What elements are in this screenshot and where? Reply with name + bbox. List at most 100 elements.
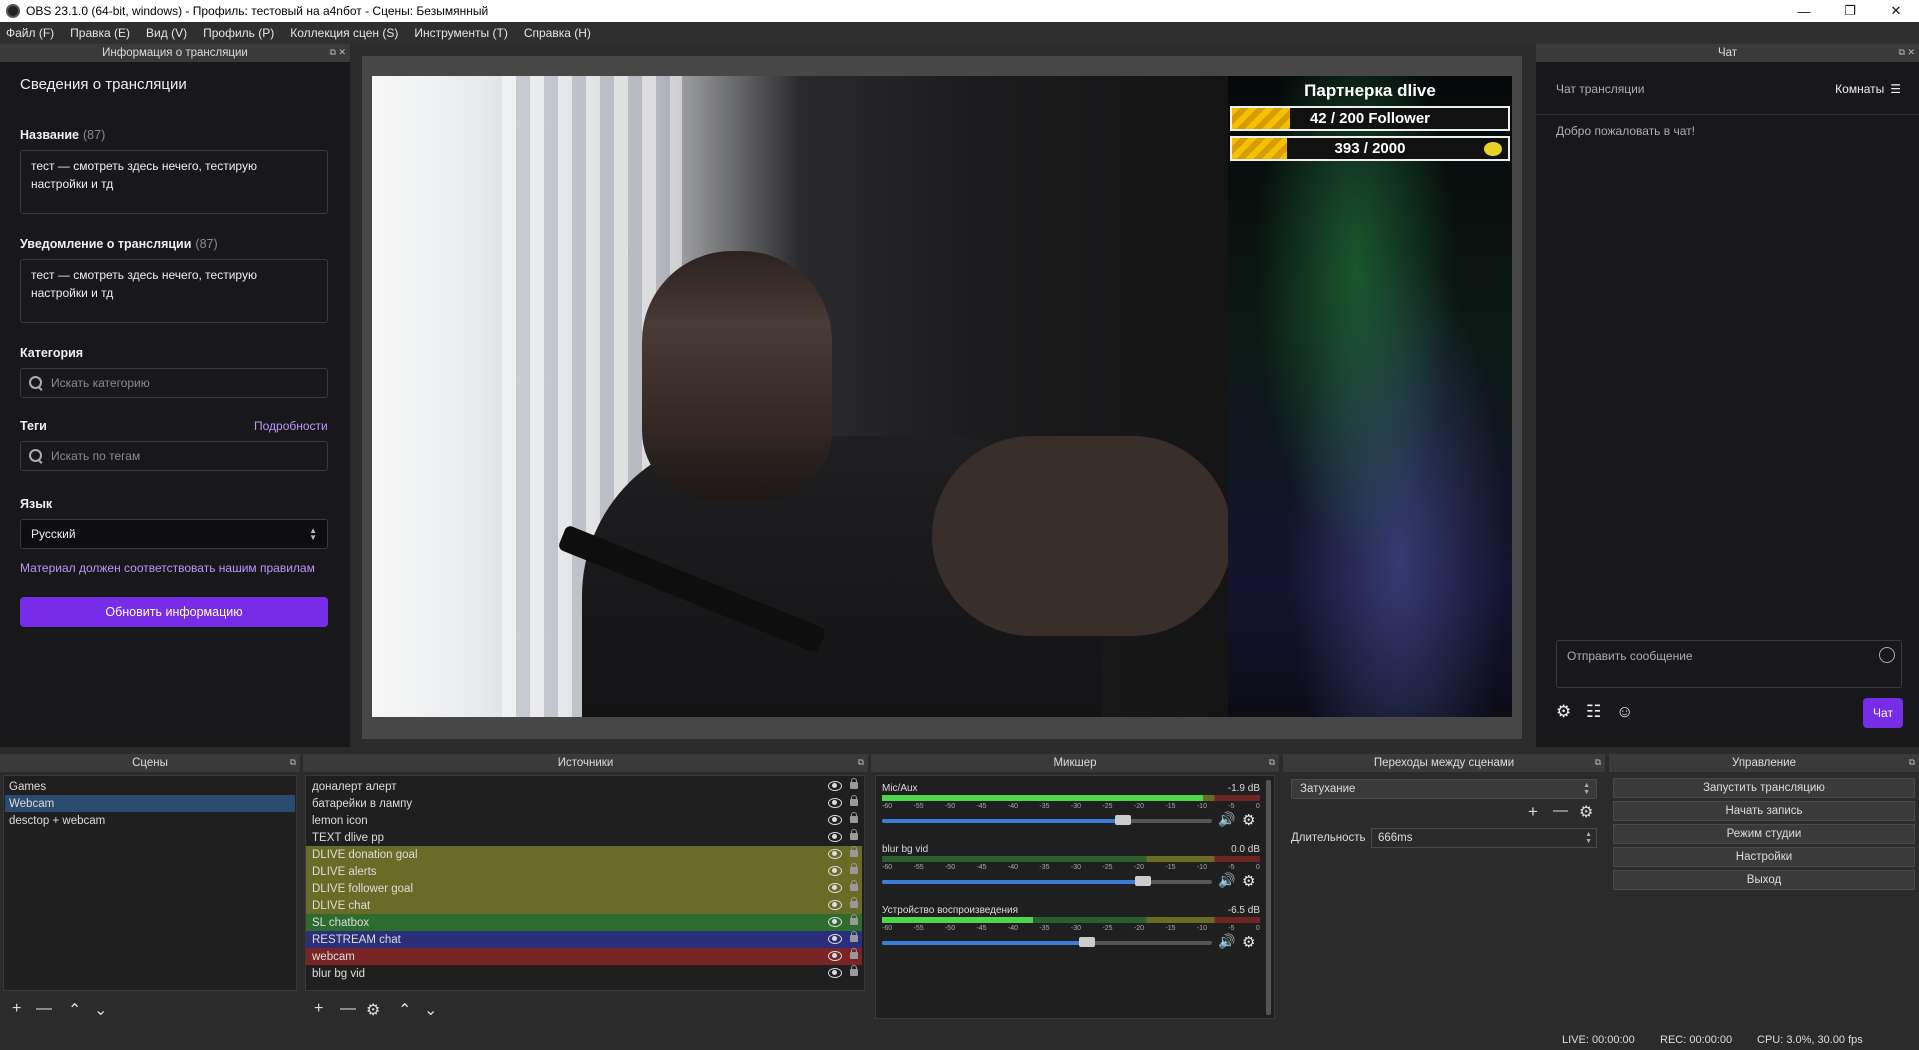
chat-message-input[interactable]: Отправить сообщение [1556,640,1902,688]
dock-float-icon[interactable]: ⧉ [1909,757,1915,768]
scene-item[interactable]: Games [5,778,295,795]
visibility-eye-icon[interactable] [828,832,842,842]
source-item[interactable]: DLIVE donation goal [306,846,862,863]
source-item[interactable]: DLIVE alerts [306,863,862,880]
visibility-eye-icon[interactable] [828,849,842,859]
remove-source-icon[interactable]: — [340,1000,356,1018]
spinner-arrows-icon[interactable]: ▲ ▼ [1585,831,1592,845]
dock-float-close-icon[interactable]: ⧉ ✕ [1899,47,1915,58]
start-streaming-button[interactable]: Запустить трансляцию [1613,778,1915,798]
move-scene-up-icon[interactable]: ⌃ [68,1000,81,1020]
speaker-mute-icon[interactable]: 🔊 [1218,811,1235,828]
tags-details-link[interactable]: Подробности [254,419,328,433]
source-item[interactable]: blur bg vid [306,965,862,982]
transition-select[interactable]: Затухание ▲ ▼ [1291,779,1597,799]
scene-preview[interactable]: Партнерка dlive 42 / 200 Follower 393 / … [372,76,1512,717]
volume-slider-handle[interactable] [1134,876,1151,886]
lock-icon[interactable] [850,863,858,874]
emote-icon[interactable]: ☺ [1616,702,1633,722]
source-item[interactable]: SL chatbox [306,914,862,931]
source-item[interactable]: TEXT dlive pp [306,829,862,846]
remove-transition-icon[interactable]: — [1553,802,1568,819]
visibility-eye-icon[interactable] [828,883,842,893]
chat-settings-gear-icon[interactable]: ⚙ [1556,702,1571,722]
menu-view[interactable]: Вид (V) [146,26,187,40]
visibility-eye-icon[interactable] [828,798,842,808]
menu-file[interactable]: Файл (F) [6,26,54,40]
lock-icon[interactable] [850,880,858,891]
channel-settings-gear-icon[interactable]: ⚙ [1242,811,1255,829]
lock-icon[interactable] [850,778,858,789]
maximize-button[interactable]: ❐ [1827,0,1873,22]
lock-icon[interactable] [850,795,858,806]
minimize-button[interactable]: — [1781,0,1827,22]
visibility-eye-icon[interactable] [828,815,842,825]
lock-icon[interactable] [850,829,858,840]
source-item[interactable]: webcam [306,948,862,965]
lock-icon[interactable] [850,965,858,976]
menu-scene-collection[interactable]: Коллекция сцен (S) [290,26,398,40]
source-item[interactable]: батарейки в лампу [306,795,862,812]
visibility-eye-icon[interactable] [828,866,842,876]
scene-item[interactable]: desctop + webcam [5,812,295,829]
visibility-eye-icon[interactable] [828,781,842,791]
visibility-eye-icon[interactable] [828,900,842,910]
remove-scene-icon[interactable]: — [36,1000,52,1018]
menu-profile[interactable]: Профиль (P) [203,26,274,40]
lock-icon[interactable] [850,914,858,925]
lock-icon[interactable] [850,812,858,823]
viewer-list-icon[interactable]: ☷ [1586,702,1601,722]
update-info-button[interactable]: Обновить информацию [20,597,328,627]
exit-button[interactable]: Выход [1613,870,1915,890]
lock-icon[interactable] [850,846,858,857]
source-item[interactable]: lemon icon [306,812,862,829]
category-search-input[interactable]: Искать категорию [20,368,328,398]
source-item[interactable]: RESTREAM chat [306,931,862,948]
add-source-icon[interactable]: + [314,1000,323,1018]
language-select[interactable]: Русский ▲ ▼ [20,519,328,549]
volume-slider-handle[interactable] [1114,815,1131,825]
emote-picker-icon[interactable] [1879,647,1895,663]
dock-float-icon[interactable]: ⧉ [1595,757,1601,768]
visibility-eye-icon[interactable] [828,968,842,978]
menu-tools[interactable]: Инструменты (T) [414,26,507,40]
source-item[interactable]: DLIVE follower goal [306,880,862,897]
move-source-down-icon[interactable]: ⌄ [424,1000,437,1020]
duration-input[interactable]: 666ms ▲ ▼ [1371,828,1597,848]
move-source-up-icon[interactable]: ⌃ [398,1000,411,1020]
mixer-scrollbar[interactable] [1266,780,1271,1015]
source-item[interactable]: DLIVE chat [306,897,862,914]
speaker-mute-icon[interactable]: 🔊 [1218,872,1235,889]
lock-icon[interactable] [850,931,858,942]
source-properties-gear-icon[interactable]: ⚙ [366,1000,380,1020]
tags-search-input[interactable]: Искать по тегам [20,441,328,471]
speaker-mute-icon[interactable]: 🔊 [1218,933,1235,950]
lock-icon[interactable] [850,897,858,908]
dock-float-close-icon[interactable]: ⧉ ✕ [330,47,346,58]
settings-button[interactable]: Настройки [1613,847,1915,867]
channel-settings-gear-icon[interactable]: ⚙ [1242,933,1255,951]
rules-link[interactable]: Материал должен соответствовать нашим пр… [20,561,315,575]
visibility-eye-icon[interactable] [828,951,842,961]
visibility-eye-icon[interactable] [828,934,842,944]
close-window-button[interactable]: ✕ [1873,0,1919,22]
dock-float-icon[interactable]: ⧉ [858,757,864,768]
transition-properties-gear-icon[interactable]: ⚙ [1579,802,1593,822]
add-transition-icon[interactable]: + [1528,802,1538,822]
scene-item-selected[interactable]: Webcam [5,795,295,812]
lock-icon[interactable] [850,948,858,959]
stream-title-field[interactable]: тест — смотреть здесь нечего, тестирую н… [20,150,328,214]
dock-float-icon[interactable]: ⧉ [290,757,296,768]
visibility-eye-icon[interactable] [828,917,842,927]
studio-mode-button[interactable]: Режим студии [1613,824,1915,844]
notification-field[interactable]: тест — смотреть здесь нечего, тестирую н… [20,259,328,323]
menu-edit[interactable]: Правка (E) [70,26,130,40]
start-recording-button[interactable]: Начать запись [1613,801,1915,821]
add-scene-icon[interactable]: + [12,1000,21,1018]
channel-settings-gear-icon[interactable]: ⚙ [1242,872,1255,890]
volume-slider-handle[interactable] [1078,937,1095,947]
send-chat-button[interactable]: Чат [1863,698,1903,728]
rooms-button[interactable]: Комнаты ☰ [1835,82,1901,96]
dock-float-icon[interactable]: ⧉ [1269,757,1275,768]
move-scene-down-icon[interactable]: ⌄ [94,1000,107,1020]
